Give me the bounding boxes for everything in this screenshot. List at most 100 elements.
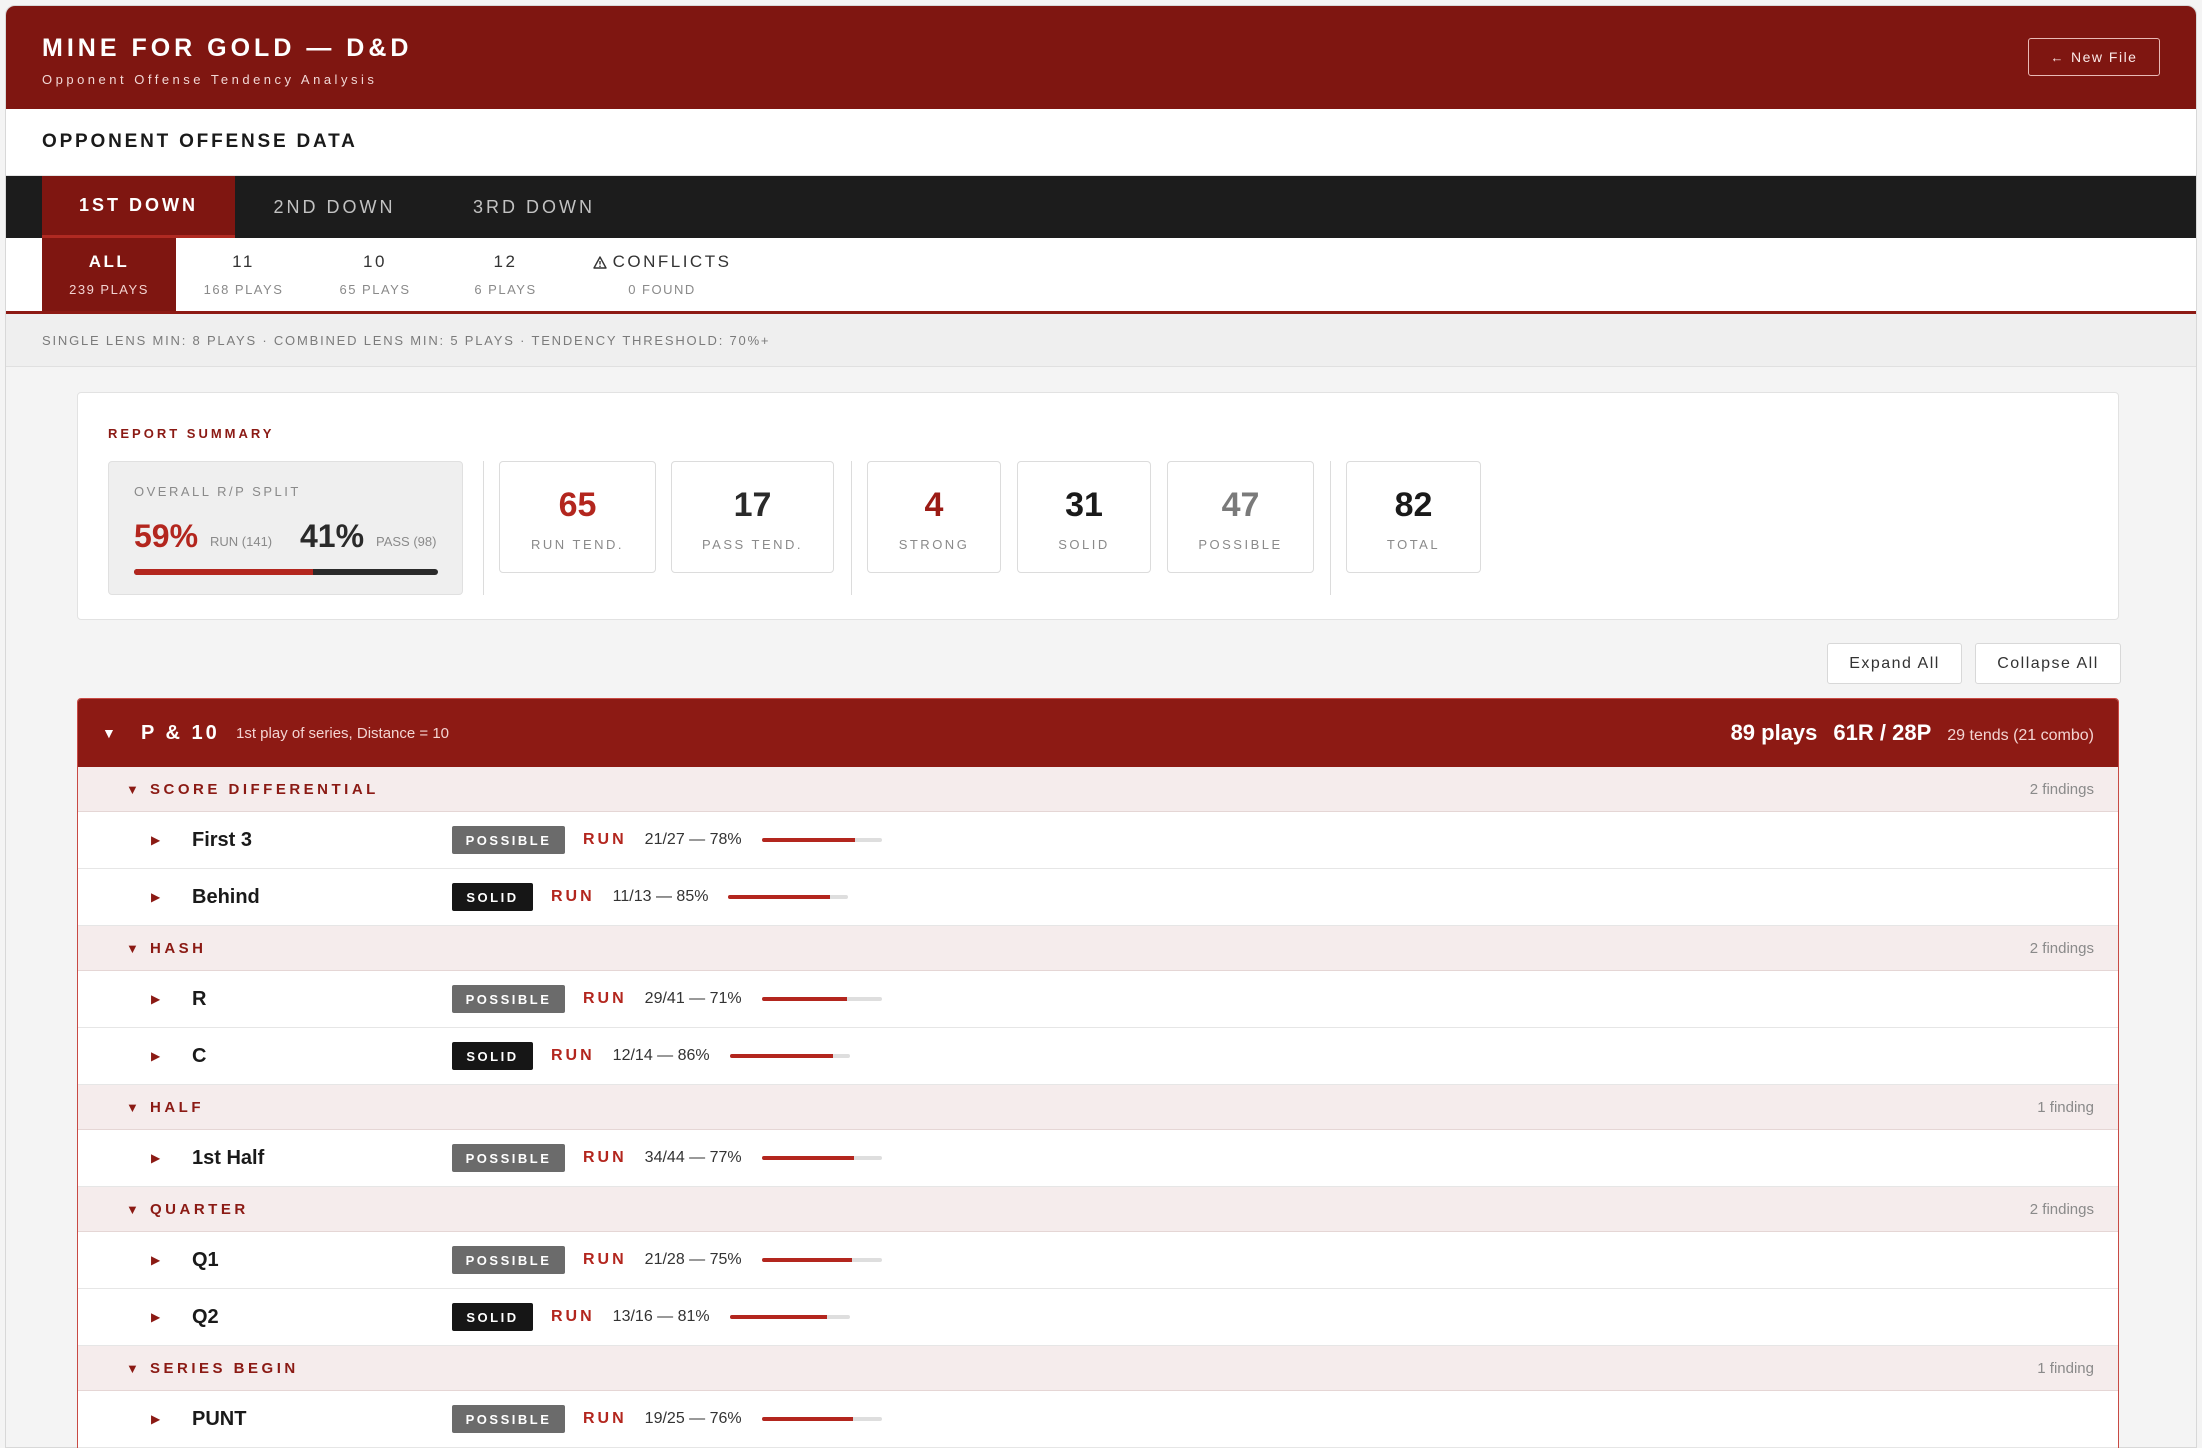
tendency-direction: RUN bbox=[583, 1149, 627, 1166]
finding-name: Q2 bbox=[192, 1305, 219, 1328]
caret-right-icon[interactable]: ▶ bbox=[151, 833, 160, 847]
divider bbox=[483, 461, 484, 595]
lens-name: HASH bbox=[150, 939, 207, 957]
stat-possible: 47 POSSIBLE bbox=[1167, 461, 1314, 573]
tendency-direction: RUN bbox=[583, 1410, 627, 1427]
formation-tab-all[interactable]: ALL 239 PLAYS bbox=[42, 238, 176, 311]
formation-tab-12[interactable]: 12 6 PLAYS bbox=[439, 238, 572, 311]
situation-tends: 29 tends (21 combo) bbox=[1947, 727, 2094, 744]
caret-down-icon[interactable]: ▼ bbox=[126, 782, 139, 797]
tendency-bar bbox=[729, 1054, 850, 1058]
lens-header[interactable]: ▼ SCORE DIFFERENTIAL 2 findings bbox=[78, 767, 2118, 812]
caret-right-icon[interactable]: ▶ bbox=[151, 1049, 160, 1063]
tab-3rd-down[interactable]: 3RD DOWN bbox=[434, 176, 634, 238]
lens-header[interactable]: ▼ HASH 2 findings bbox=[78, 926, 2118, 971]
finding-row[interactable]: ▶ Q1 POSSIBLE RUN 21/28 — 75% bbox=[78, 1232, 2118, 1289]
finding-row[interactable]: ▶ 1st Half POSSIBLE RUN 34/44 — 77% bbox=[78, 1130, 2118, 1187]
stat-value: 17 bbox=[733, 486, 772, 524]
tendency-bar-fill bbox=[729, 1315, 827, 1319]
split-label: OVERALL R/P SPLIT bbox=[134, 484, 301, 499]
tendency-direction: RUN bbox=[551, 888, 595, 905]
lens-count: 2 findings bbox=[2029, 1200, 2094, 1218]
lens-header[interactable]: ▼ SERIES BEGIN 1 finding bbox=[78, 1346, 2118, 1391]
stat-pass-tend: 17 PASS TEND. bbox=[671, 461, 834, 573]
situation-header[interactable]: ▼ P & 10 1st play of series, Distance = … bbox=[78, 699, 2118, 767]
summary-title: REPORT SUMMARY bbox=[108, 426, 275, 441]
new-file-label: New File bbox=[2071, 49, 2138, 65]
expand-all-button[interactable]: Expand All bbox=[1827, 643, 1962, 684]
finding-row[interactable]: ▶ Behind SOLID RUN 11/13 — 85% bbox=[78, 869, 2118, 926]
situation-description: 1st play of series, Distance = 10 bbox=[236, 724, 450, 742]
formation-tab-label: 10 bbox=[363, 252, 387, 271]
stat-value: 31 bbox=[1065, 486, 1103, 524]
tab-1st-down[interactable]: 1ST DOWN bbox=[42, 176, 235, 238]
lens-header[interactable]: ▼ QUARTER 2 findings bbox=[78, 1187, 2118, 1232]
formation-tab-count: 6 PLAYS bbox=[474, 282, 537, 297]
lens-list: ▼ SCORE DIFFERENTIAL 2 findings ▶ First 3 POS… bbox=[78, 767, 2118, 1448]
caret-right-icon[interactable]: ▶ bbox=[151, 1412, 160, 1426]
tab-2nd-down[interactable]: 2ND DOWN bbox=[235, 176, 434, 238]
stat-label: SOLID bbox=[1058, 537, 1110, 552]
finding-name: Behind bbox=[192, 885, 260, 908]
confidence-badge: POSSIBLE bbox=[452, 1144, 565, 1172]
situation-name: P & 10 bbox=[141, 721, 220, 744]
caret-right-icon[interactable]: ▶ bbox=[151, 1253, 160, 1267]
stat-solid: 31 SOLID bbox=[1017, 461, 1151, 573]
collapse-all-button[interactable]: Collapse All bbox=[1975, 643, 2121, 684]
confidence-badge: POSSIBLE bbox=[452, 1246, 565, 1274]
finding-name: C bbox=[192, 1044, 207, 1067]
finding-row[interactable]: ▶ R POSSIBLE RUN 29/41 — 71% bbox=[78, 971, 2118, 1028]
situation-rp: 61R / 28P bbox=[1833, 720, 1932, 745]
caret-down-icon[interactable]: ▼ bbox=[126, 1100, 139, 1115]
formation-tab-10[interactable]: 10 65 PLAYS bbox=[311, 238, 439, 311]
caret-right-icon[interactable]: ▶ bbox=[151, 1310, 160, 1324]
finding-row[interactable]: ▶ Q2 SOLID RUN 13/16 — 81% bbox=[78, 1289, 2118, 1346]
formation-tab-label: CONFLICTS bbox=[612, 252, 732, 271]
tendency-bar bbox=[761, 1417, 882, 1421]
tendency-bar bbox=[761, 997, 882, 1001]
lens-count: 1 finding bbox=[2037, 1098, 2094, 1116]
finding-row[interactable]: ▶ First 3 POSSIBLE RUN 21/27 — 78% bbox=[78, 812, 2118, 869]
caret-down-icon[interactable]: ▼ bbox=[102, 725, 116, 741]
formation-tab-count: 65 PLAYS bbox=[339, 282, 411, 297]
divider bbox=[1330, 461, 1331, 595]
formation-tab-label: 11 bbox=[232, 252, 255, 271]
caret-right-icon[interactable]: ▶ bbox=[151, 890, 160, 904]
tendency-bar-fill bbox=[761, 838, 856, 842]
caret-down-icon[interactable]: ▼ bbox=[126, 1361, 139, 1376]
formation-tab-conflicts[interactable]: CONFLICTS 0 FOUND bbox=[572, 238, 752, 311]
caret-right-icon[interactable]: ▶ bbox=[151, 992, 160, 1006]
stat-total: 82 TOTAL bbox=[1346, 461, 1481, 573]
tendency-ratio: 34/44 — 77% bbox=[644, 1149, 742, 1166]
stat-value: 47 bbox=[1221, 486, 1260, 524]
caret-down-icon[interactable]: ▼ bbox=[126, 1202, 139, 1217]
lens-header[interactable]: ▼ HALF 1 finding bbox=[78, 1085, 2118, 1130]
tendency-direction: RUN bbox=[551, 1308, 595, 1325]
finding-row[interactable]: ▶ PUNT POSSIBLE RUN 19/25 — 76% bbox=[78, 1391, 2118, 1448]
down-tabs: 1ST DOWN 2ND DOWN 3RD DOWN bbox=[6, 176, 2196, 238]
caret-down-icon[interactable]: ▼ bbox=[126, 941, 139, 956]
tendency-bar-fill bbox=[761, 1258, 852, 1262]
rp-split-bar-fill bbox=[134, 569, 314, 575]
stat-value: 65 bbox=[558, 486, 597, 524]
finding-row[interactable]: ▶ C SOLID RUN 12/14 — 86% bbox=[78, 1028, 2118, 1085]
formation-tab-11[interactable]: 11 168 PLAYS bbox=[176, 238, 311, 311]
lens-name: SCORE DIFFERENTIAL bbox=[150, 780, 379, 798]
new-file-button[interactable]: ← New File bbox=[2028, 38, 2160, 76]
tendency-ratio: 21/28 — 75% bbox=[644, 1251, 742, 1268]
app-title: MINE FOR GOLD — D&D bbox=[42, 34, 413, 62]
formation-tabs: ALL 239 PLAYS 11 168 PLAYS 10 65 PLAYS 1… bbox=[6, 238, 2196, 314]
lens-name: QUARTER bbox=[150, 1200, 249, 1218]
tendency-bar-fill bbox=[728, 895, 831, 899]
tendency-bar-fill bbox=[729, 1054, 833, 1058]
caret-right-icon[interactable]: ▶ bbox=[151, 1151, 160, 1165]
app-header: MINE FOR GOLD — D&D Opponent Offense Ten… bbox=[6, 6, 2196, 109]
pass-count-label: PASS (98) bbox=[376, 534, 437, 549]
tendency-ratio: 12/14 — 86% bbox=[612, 1047, 710, 1064]
formation-tab-count: 239 PLAYS bbox=[69, 282, 149, 297]
tendency-bar bbox=[761, 1156, 882, 1160]
tendency-ratio: 21/27 — 78% bbox=[644, 831, 742, 848]
confidence-badge: POSSIBLE bbox=[452, 985, 565, 1013]
tendency-bar bbox=[761, 1258, 882, 1262]
lens-name: HALF bbox=[150, 1098, 204, 1116]
